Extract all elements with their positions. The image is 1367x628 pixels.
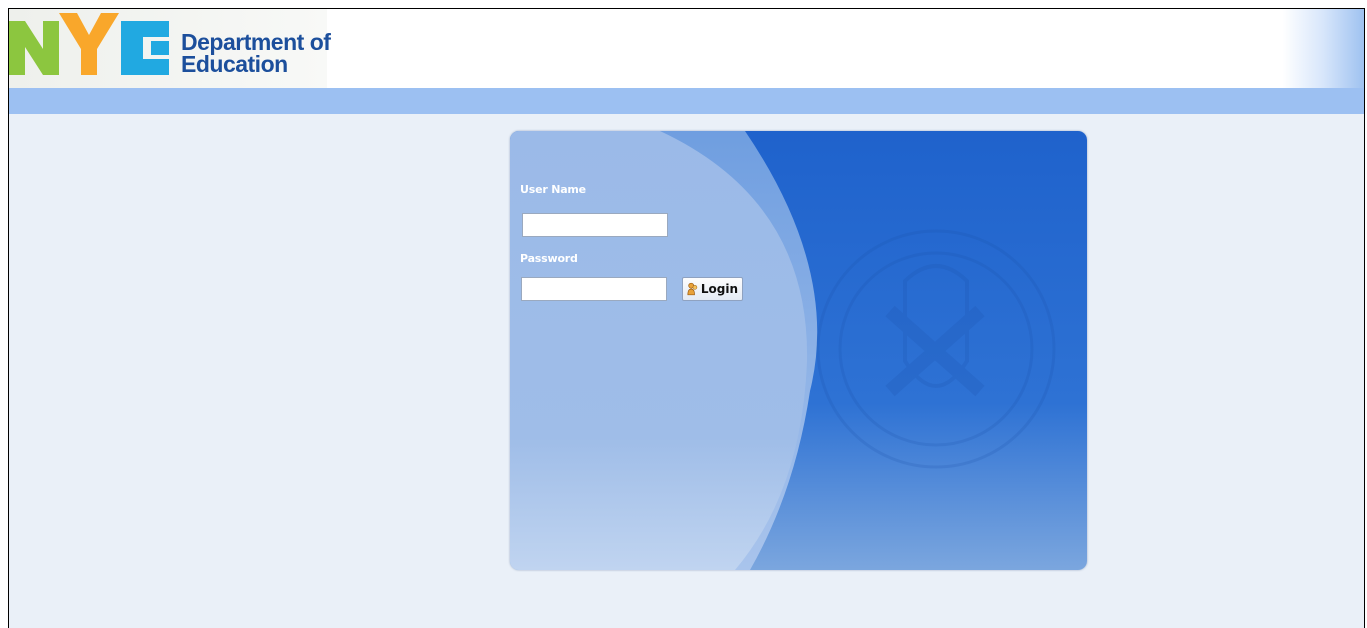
login-button-label: Login [700,282,738,296]
login-button[interactable]: Login [682,277,743,301]
username-label: User Name [520,183,586,196]
header-stripe [9,88,1364,114]
password-input[interactable] [521,277,667,301]
site-header: Department of Education [9,9,1364,88]
page-frame: Department of Education User Name Passwo… [8,8,1365,628]
brand-line-1: Department of [181,29,331,55]
username-input[interactable] [522,213,668,237]
password-label: Password [520,252,578,265]
nyc-logo [9,13,169,75]
brand-title: Department of Education [181,29,331,77]
login-panel-background [510,131,1087,570]
logo-band: Department of Education [9,9,331,88]
login-panel: User Name Password Login [510,131,1087,570]
brand-line-2: Education [181,51,288,77]
users-icon [687,282,698,296]
